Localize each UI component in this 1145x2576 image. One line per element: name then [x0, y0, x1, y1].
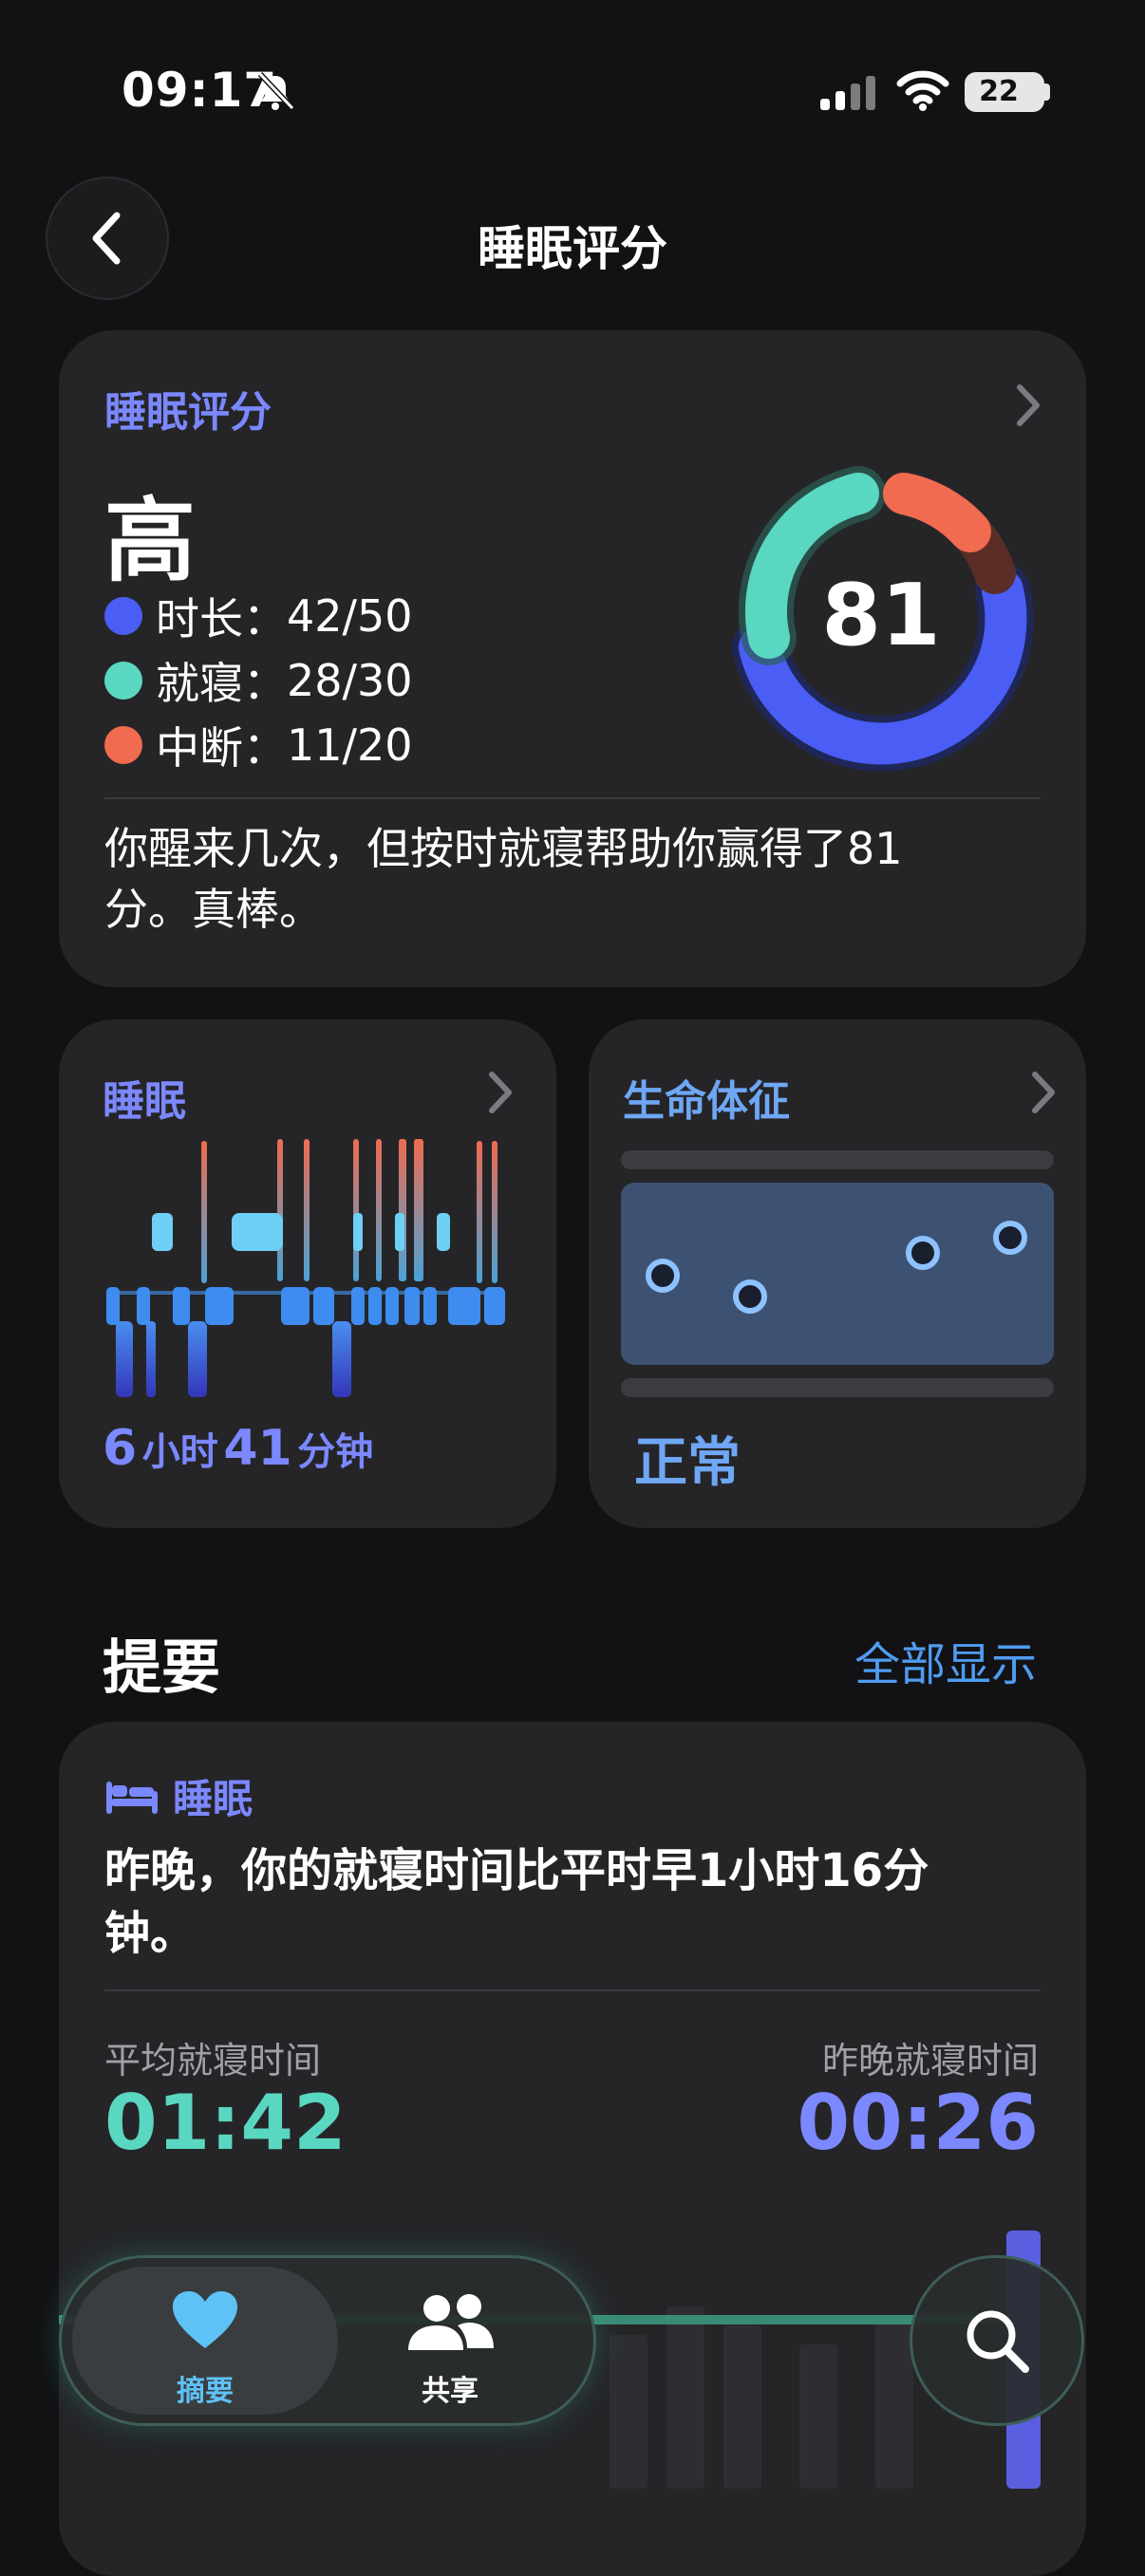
- metric-name: 中断: [156, 722, 243, 774]
- vitals-status: 正常: [634, 1432, 741, 1494]
- battery-nub: [1044, 84, 1050, 101]
- bedtime-dot: [104, 662, 142, 700]
- divider: [104, 1989, 1041, 1991]
- bell-slash-icon: [257, 71, 295, 111]
- metric-name: 时长: [156, 593, 243, 644]
- metric-colon: ：: [243, 658, 287, 709]
- sleep-duration: 6 小时 41 分钟: [103, 1420, 373, 1477]
- duration-hours: 6: [103, 1420, 138, 1477]
- search-button[interactable]: [910, 2255, 1084, 2426]
- sleep-card-label: 睡眠: [103, 1077, 186, 1126]
- duration-minutes: 41: [223, 1420, 292, 1477]
- metric-value: 28/30: [287, 655, 413, 706]
- score-grade: 高: [104, 488, 196, 594]
- metric-colon: ：: [243, 593, 287, 644]
- highlight-tag-label: 睡眠: [173, 1776, 253, 1822]
- last-bedtime-value: 00:26: [797, 2079, 1039, 2167]
- metric-name: 就寝: [156, 658, 243, 709]
- score-value: 81: [821, 566, 941, 665]
- score-summary: 你醒来几次，但按时就寝帮助你赢得了81分。真棒。: [104, 823, 903, 935]
- vitals-range-bar-bottom: [621, 1378, 1054, 1397]
- highlight-text: 昨晚，你的就寝时间比平时早1小时16分钟。: [104, 1844, 929, 1960]
- chevron-right-icon: [1032, 1072, 1055, 1113]
- highlights-title: 提要: [103, 1633, 221, 1702]
- tab-sharing-label[interactable]: 共享: [374, 2367, 526, 2409]
- chevron-right-icon: [489, 1072, 512, 1113]
- sleep-stages-chart: [106, 1139, 505, 1397]
- duration-minutes-unit: 分钟: [297, 1430, 374, 1474]
- interruptions-dot: [104, 726, 142, 764]
- show-all-link[interactable]: 全部显示: [854, 1627, 1037, 1693]
- highlight-tag: 睡眠: [104, 1767, 253, 1825]
- divider: [104, 797, 1041, 799]
- metric-interruptions: 中断： 11/20: [104, 714, 413, 776]
- bed-icon: [106, 1781, 158, 1814]
- duration-dot: [104, 597, 142, 635]
- metric-bedtime: 就寝： 28/30: [104, 649, 413, 712]
- vitals-points: [646, 1221, 1027, 1314]
- people-icon[interactable]: [404, 2293, 496, 2352]
- page-title: 睡眠评分: [478, 221, 667, 276]
- metric-value: 11/20: [287, 719, 413, 771]
- battery-indicator: 22: [965, 72, 1044, 112]
- avg-bedtime-label: 平均就寝时间: [104, 2040, 322, 2081]
- interruptions-arc: [883, 473, 991, 552]
- wifi-icon: [896, 70, 949, 111]
- search-icon: [967, 2310, 1029, 2373]
- vitals-card-label: 生命体征: [623, 1077, 790, 1126]
- metric-colon: ：: [243, 722, 287, 774]
- score-card-label: 睡眠评分: [104, 388, 272, 437]
- heart-icon: [173, 2291, 237, 2348]
- duration-hours-unit: 小时: [141, 1430, 218, 1474]
- last-bedtime-label: 昨晚就寝时间: [821, 2040, 1039, 2081]
- tab-summary-label: 摘要: [177, 2375, 234, 2408]
- metric-value: 42/50: [287, 590, 413, 642]
- vitals-range-bar-top: [621, 1150, 1054, 1169]
- chevron-right-icon: [1017, 384, 1040, 426]
- metric-duration: 时长： 42/50: [104, 585, 413, 647]
- cellular-signal-icon: [820, 76, 875, 110]
- avg-bedtime-value: 01:42: [104, 2079, 347, 2167]
- battery-level: 22: [979, 75, 1019, 108]
